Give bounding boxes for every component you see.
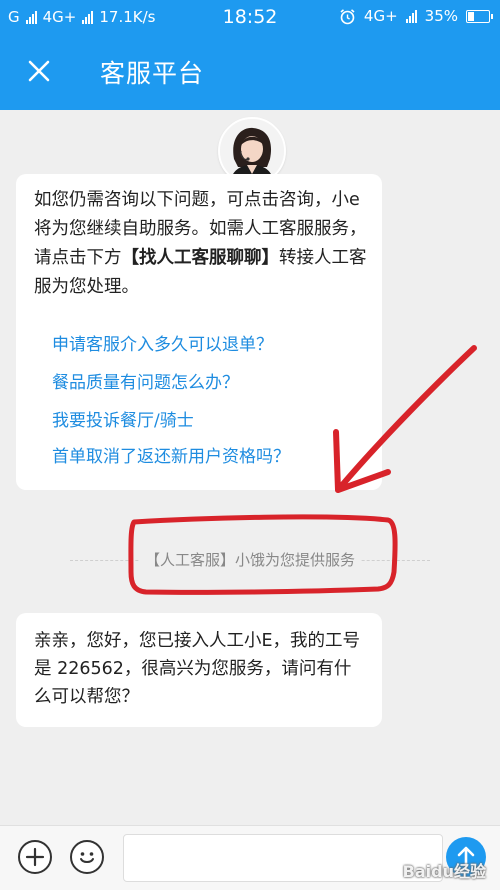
top-bar: 客服平台 — [0, 34, 500, 110]
close-button[interactable] — [26, 58, 52, 84]
faq-link[interactable]: 首单取消了返还新用户资格吗？ — [52, 442, 290, 467]
battery-icon — [466, 9, 493, 23]
plus-icon — [25, 847, 45, 867]
battery-percent: 35% — [424, 7, 458, 25]
human-service-keyword: 【找人工客服聊聊】 — [121, 248, 280, 268]
agent-message-text: 亲亲，您好，您已接入人工小E，我的工号是 226562，很高兴为您服务，请问有什… — [34, 631, 361, 707]
add-button[interactable] — [18, 840, 52, 874]
faq-link[interactable]: 申请客服介入多久可以退单？ — [52, 330, 273, 355]
close-icon — [28, 60, 50, 82]
network-type-right: 4G+ — [363, 7, 398, 25]
status-bar: G 4G+ 17.1K/s 18:52 4G+ 35% — [0, 0, 500, 34]
bot-message-text: 如您仍需咨询以下问题，可点击咨询，小e将为您继续自助服务。如需人工客服服务，请点… — [34, 186, 368, 302]
input-bar: Baidu经验 — [0, 825, 500, 890]
signal-icon — [405, 9, 417, 23]
emoji-icon — [80, 852, 94, 863]
message-input[interactable] — [123, 834, 443, 882]
system-notice: 【人工客服】小饿为您提供服务 — [0, 549, 500, 570]
watermark: Baidu经验 — [402, 862, 486, 881]
system-notice-text: 【人工客服】小饿为您提供服务 — [138, 551, 361, 569]
alarm-icon — [340, 8, 355, 24]
page-title: 客服平台 — [100, 59, 205, 88]
faq-link[interactable]: 我要投诉餐厅/骑士 — [52, 406, 194, 431]
emoji-button[interactable] — [70, 840, 104, 874]
agent-message-bubble: 亲亲，您好，您已接入人工小E，我的工号是 226562，很高兴为您服务，请问有什… — [16, 613, 382, 727]
bot-message-bubble: 如您仍需咨询以下问题，可点击咨询，小e将为您继续自助服务。如需人工客服服务，请点… — [16, 174, 382, 490]
faq-link[interactable]: 餐品质量有问题怎么办？ — [52, 368, 239, 393]
status-right: 4G+ 35% — [339, 7, 493, 25]
